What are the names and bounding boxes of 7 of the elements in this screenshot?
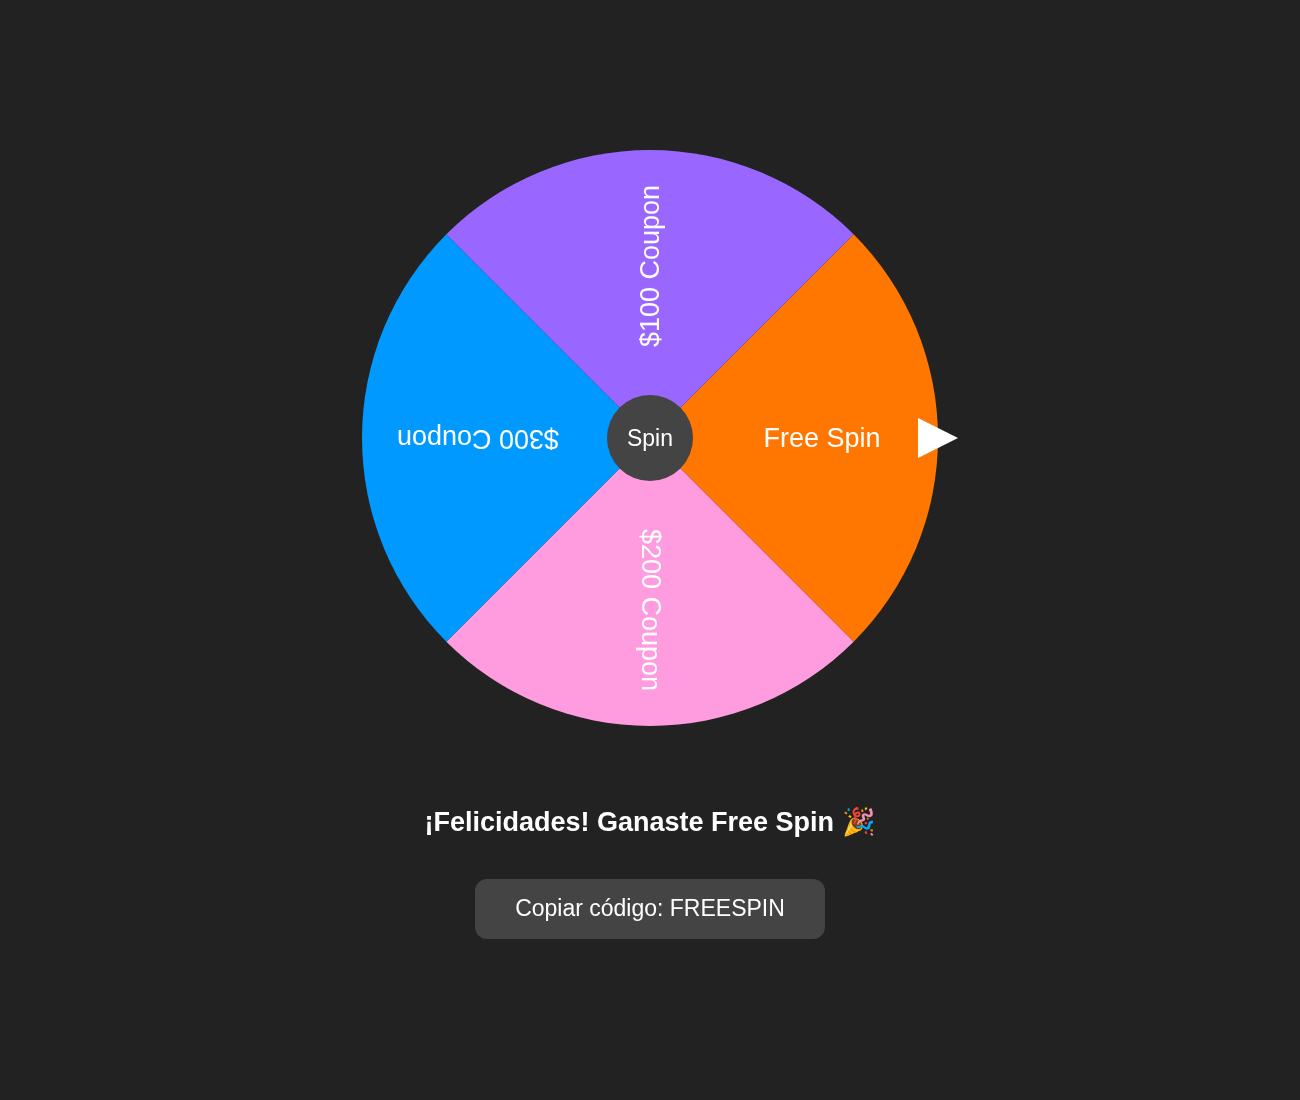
segment-label: Free Spin	[763, 424, 881, 452]
result-message: ¡Felicidades! Ganaste Free Spin 🎉	[424, 806, 876, 839]
segment-label: $300 Coupon	[396, 424, 560, 452]
copy-code-button[interactable]: Copiar código: FREESPIN	[475, 878, 825, 939]
segment-label: $200 Coupon	[636, 528, 664, 692]
pointer-icon	[918, 418, 958, 458]
segment-label: $100 Coupon	[636, 184, 664, 348]
